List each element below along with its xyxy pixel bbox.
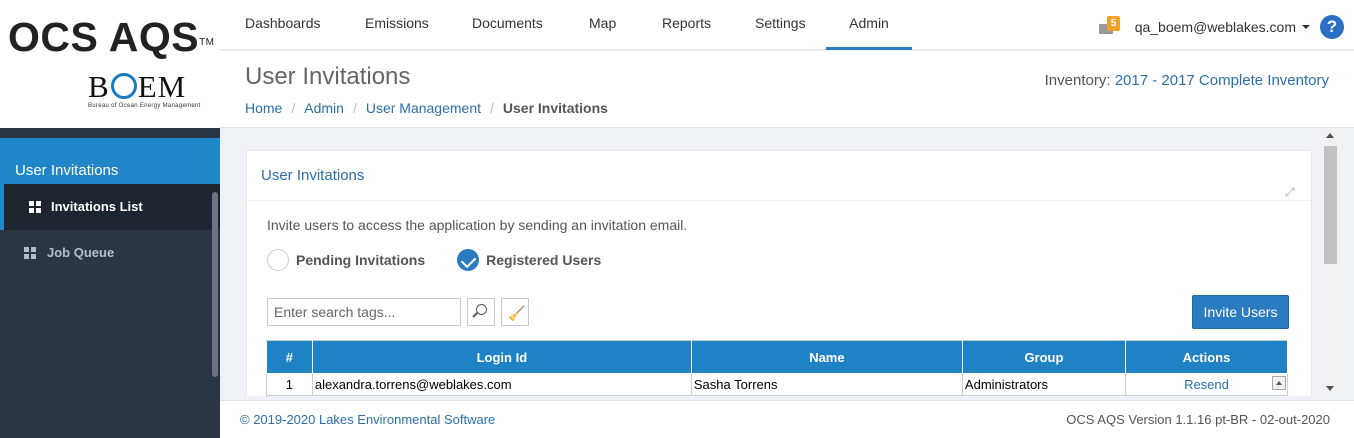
chevron-down-icon[interactable] [1302, 25, 1310, 29]
portlet-title: User Invitations ⤢ [247, 151, 1311, 201]
radio-pending-invitations[interactable] [267, 249, 289, 271]
sidebar-item-invitations-list[interactable]: Invitations List [0, 184, 220, 230]
version-text: OCS AQS Version 1.1.16 pt-BR - 02-out-20… [1066, 412, 1330, 427]
table-scroll-up[interactable] [1272, 376, 1286, 390]
col-header-name[interactable]: Name [690, 340, 963, 374]
col-header-group[interactable]: Group [961, 340, 1126, 374]
notification-badge: 5 [1106, 16, 1121, 31]
col-header-actions: Actions [1124, 340, 1289, 374]
clear-button[interactable]: 🧹 [501, 298, 529, 326]
table-row[interactable]: 1 alexandra.torrens@weblakes.com Sasha T… [266, 373, 1289, 396]
radio-label-registered[interactable]: Registered Users [486, 252, 601, 268]
boem-ring-icon [110, 73, 137, 99]
nav-settings[interactable]: Settings [755, 0, 806, 50]
nav-dashboards[interactable]: Dashboards [245, 0, 321, 50]
scroll-up-icon[interactable] [1326, 133, 1334, 138]
nav-documents[interactable]: Documents [472, 0, 543, 50]
breadcrumb-home[interactable]: Home [245, 100, 282, 116]
radio-label-pending[interactable]: Pending Invitations [296, 252, 425, 268]
cell-num: 1 [266, 373, 313, 396]
nav-map[interactable]: Map [589, 0, 616, 50]
user-area: 5 qa_boem@weblakes.com ? [1098, 12, 1344, 42]
users-table: # Login Id Name Group Actions 1 alexandr… [266, 340, 1289, 396]
breadcrumb: Home / Admin / User Management / User In… [245, 100, 608, 116]
boem-subtitle: Bureau of Ocean Energy Management [88, 103, 201, 109]
breadcrumb-current: User Invitations [502, 100, 608, 116]
footer: © 2019-2020 Lakes Environmental Software… [220, 400, 1354, 438]
radio-registered-users[interactable] [457, 249, 480, 271]
search-row: 🧹 [267, 298, 529, 326]
page-title: User Invitations [245, 63, 411, 90]
page-header: User Invitations Home / Admin / User Man… [220, 51, 1354, 128]
cell-name: Sasha Torrens [690, 373, 963, 396]
sidebar: User Invitations Invitations List Job Qu… [0, 128, 220, 438]
grid-icon [24, 247, 36, 259]
view-toggle: Pending Invitations Registered Users [267, 249, 633, 271]
broom-icon: 🧹 [508, 305, 526, 321]
top-nav: Dashboards Emissions Documents Map Repor… [220, 0, 1354, 50]
nav-emissions[interactable]: Emissions [365, 0, 429, 50]
boem-logo: B EM [88, 69, 187, 104]
breadcrumb-user-management[interactable]: User Management [366, 100, 481, 116]
nav-admin[interactable]: Admin [826, 0, 912, 50]
nav-reports[interactable]: Reports [662, 0, 711, 50]
app-logo: OCS AQSTM [8, 14, 215, 60]
invite-users-button[interactable]: Invite Users [1192, 295, 1289, 329]
search-button[interactable] [467, 298, 495, 326]
sidebar-scrollbar[interactable] [212, 192, 218, 377]
grid-icon [29, 201, 41, 213]
scroll-down-icon[interactable] [1326, 386, 1334, 391]
copyright-link[interactable]: © 2019-2020 Lakes Environmental Software [240, 412, 495, 427]
inventory-link[interactable]: 2017 - 2017 Complete Inventory [1115, 72, 1329, 89]
cell-login: alexandra.torrens@weblakes.com [311, 373, 692, 396]
search-input[interactable] [267, 298, 461, 326]
help-icon[interactable]: ? [1320, 15, 1344, 39]
sidebar-title: User Invitations [0, 128, 220, 184]
mail-icon[interactable]: 5 [1098, 16, 1121, 34]
resend-link[interactable]: Resend [1124, 373, 1289, 396]
main-scrollbar-thumb[interactable] [1324, 146, 1337, 264]
expand-icon[interactable]: ⤢ [1285, 167, 1299, 199]
inventory-selector: Inventory: 2017 - 2017 Complete Inventor… [1044, 72, 1329, 89]
sidebar-item-job-queue[interactable]: Job Queue [0, 230, 220, 276]
breadcrumb-admin[interactable]: Admin [304, 100, 344, 116]
cell-group: Administrators [961, 373, 1126, 396]
search-icon [476, 304, 487, 315]
portlet-body: Invite users to access the application b… [247, 201, 1311, 329]
logo-area: OCS AQSTM B EM Bureau of Ocean Energy Man… [0, 0, 220, 128]
col-header-num[interactable]: # [266, 340, 313, 374]
user-menu[interactable]: qa_boem@weblakes.com [1135, 19, 1296, 35]
col-header-login[interactable]: Login Id [311, 340, 692, 374]
intro-text: Invite users to access the application b… [267, 217, 688, 233]
